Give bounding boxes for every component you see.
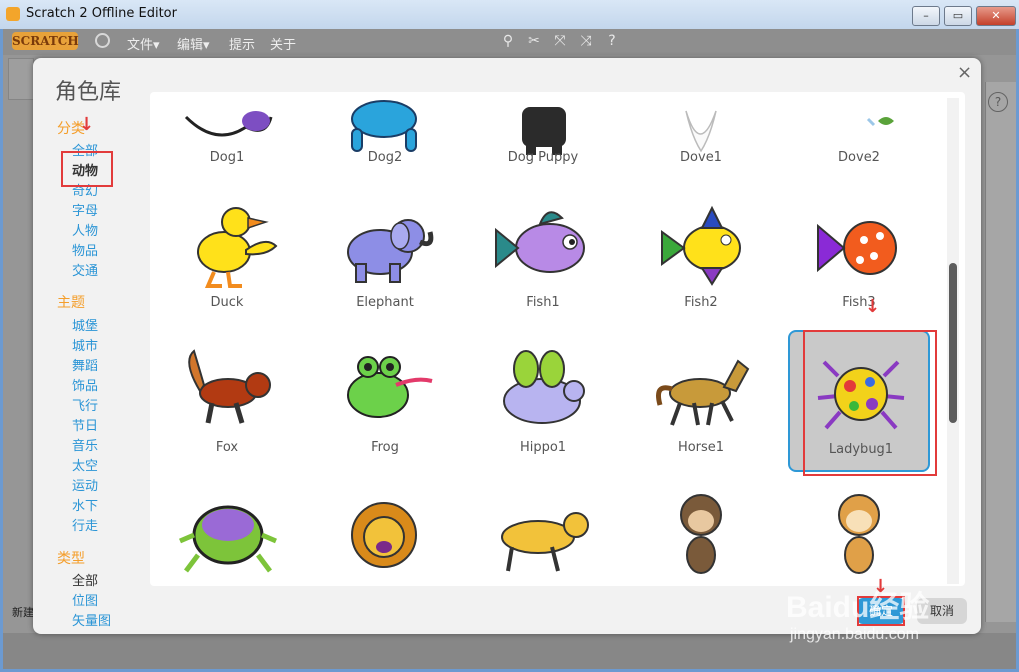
type-all[interactable]: 全部 [72,570,98,589]
hippo1-icon [503,350,585,424]
menu-edit[interactable]: 编辑▾ [177,34,210,53]
sprite-tile-row4-2[interactable] [314,487,456,586]
frog-icon [347,356,433,418]
close-icon[interactable]: × [957,62,972,83]
category-transportation[interactable]: 交通 [72,260,98,279]
theme-flying[interactable]: 飞行 [72,395,98,414]
window-title: Scratch 2 Offline Editor [26,6,177,21]
sprite-name: Dog Puppy [507,150,579,165]
duplicate-icon[interactable]: ⚲ [500,33,516,49]
sprite-tile-fish2[interactable]: Fish2 [630,192,772,332]
category-letters[interactable]: 字母 [72,200,98,219]
type-bitmap[interactable]: 位图 [72,590,98,609]
menu-tips[interactable]: 提示 [229,34,255,53]
sprite-name: Dog2 [367,150,403,165]
theme-space[interactable]: 太空 [72,455,98,474]
sprite-tile-row4-4[interactable] [630,487,772,586]
fox-icon [188,349,271,424]
annotation-box-ladybug [803,330,937,476]
sprite-name: Frog [371,440,399,455]
sprite-tile-row4-5[interactable] [788,487,930,586]
menu-file[interactable]: 文件▾ [127,34,160,53]
window-titlebar: Scratch 2 Offline Editor – ▭ ✕ [0,0,1019,29]
annotation-box-animals [61,151,113,187]
fish3-icon [817,221,897,275]
theme-heading: 主题 [57,295,85,311]
sprite-tile-fish1[interactable]: Fish1 [472,192,614,332]
fish1-icon [495,211,585,273]
monkey2-icon [838,494,880,574]
sprite-name: Fish3 [842,295,876,310]
sprite-tile-elephant[interactable]: Elephant [314,192,456,332]
theme-dress-up[interactable]: 饰品 [72,375,98,394]
sprite-name: Dove2 [838,150,880,165]
app-icon [6,7,20,21]
lioness-icon [501,512,589,572]
sprite-name: Duck [210,295,244,310]
sprite-name: Fish1 [526,295,560,310]
sprite-name: Hippo1 [519,440,567,455]
globe-icon[interactable] [95,33,110,48]
shrink-icon[interactable]: ⤨ [578,33,594,49]
sprite-library-dialog: 角色库 × 分类 全部 动物 奇幻 字母 人物 物品 交通 主题 城堡 城市 舞… [33,58,981,634]
type-heading: 类型 [57,551,85,567]
grow-icon[interactable]: ⤧ [552,33,568,49]
horse1-icon [656,359,750,426]
sprite-name: Fox [215,440,239,455]
sprite-name: Dove1 [680,150,722,165]
annotation-arrow-animals: ↓ [79,114,95,135]
sprite-tile-duck[interactable]: Duck [156,192,298,332]
fish2-icon [661,205,741,286]
monkey1-icon [680,494,722,574]
sprite-name: Elephant [356,295,414,310]
sprite-name: Fish2 [684,295,718,310]
theme-holiday[interactable]: 节日 [72,415,98,434]
sprite-tile-fox[interactable]: Fox [156,337,298,477]
spider-icon [179,505,277,573]
sprite-tile-frog[interactable]: Frog [314,337,456,477]
theme-music[interactable]: 音乐 [72,435,98,454]
elephant-icon [347,219,434,283]
minimize-button[interactable]: – [912,6,940,26]
menubar: SCRATCH 文件▾ 编辑▾ 提示 关于 ⚲ ✂ ⤧ ⤨ ? [3,29,1016,55]
grid-scrollbar-thumb[interactable] [949,263,957,423]
theme-underwater[interactable]: 水下 [72,495,98,514]
delete-icon[interactable]: ✂ [526,33,542,49]
sprite-tile-fish3[interactable]: Fish3 [788,192,930,332]
theme-dance[interactable]: 舞蹈 [72,355,98,374]
sprite-tile-row4-1[interactable] [156,487,298,586]
baidu-watermark: Baidu经验 [786,591,930,624]
baidu-watermark-url: jingyan.baidu.com [790,626,919,643]
help-icon[interactable]: ? [604,33,620,49]
duck-icon [197,207,278,288]
sprite-name: Dog1 [209,150,245,165]
annotation-arrow-ladybug: ↓ [865,296,881,317]
sprite-name: Horse1 [677,440,725,455]
sprite-tile-horse1[interactable]: Horse1 [630,337,772,477]
type-vector[interactable]: 矢量图 [72,610,111,629]
maximize-button[interactable]: ▭ [944,6,972,26]
sprite-tile-hippo1[interactable]: Hippo1 [472,337,614,477]
theme-city[interactable]: 城市 [72,335,98,354]
category-people[interactable]: 人物 [72,220,98,239]
theme-castle[interactable]: 城堡 [72,315,98,334]
close-window-button[interactable]: ✕ [976,6,1016,26]
menu-about[interactable]: 关于 [270,34,296,53]
category-things[interactable]: 物品 [72,240,98,259]
theme-sports[interactable]: 运动 [72,475,98,494]
dialog-title: 角色库 [55,80,122,105]
theme-walking[interactable]: 行走 [72,515,98,534]
lion-icon [351,502,417,568]
sprite-tile-row4-3[interactable] [472,487,614,586]
scratch-logo[interactable]: SCRATCH [12,32,79,50]
